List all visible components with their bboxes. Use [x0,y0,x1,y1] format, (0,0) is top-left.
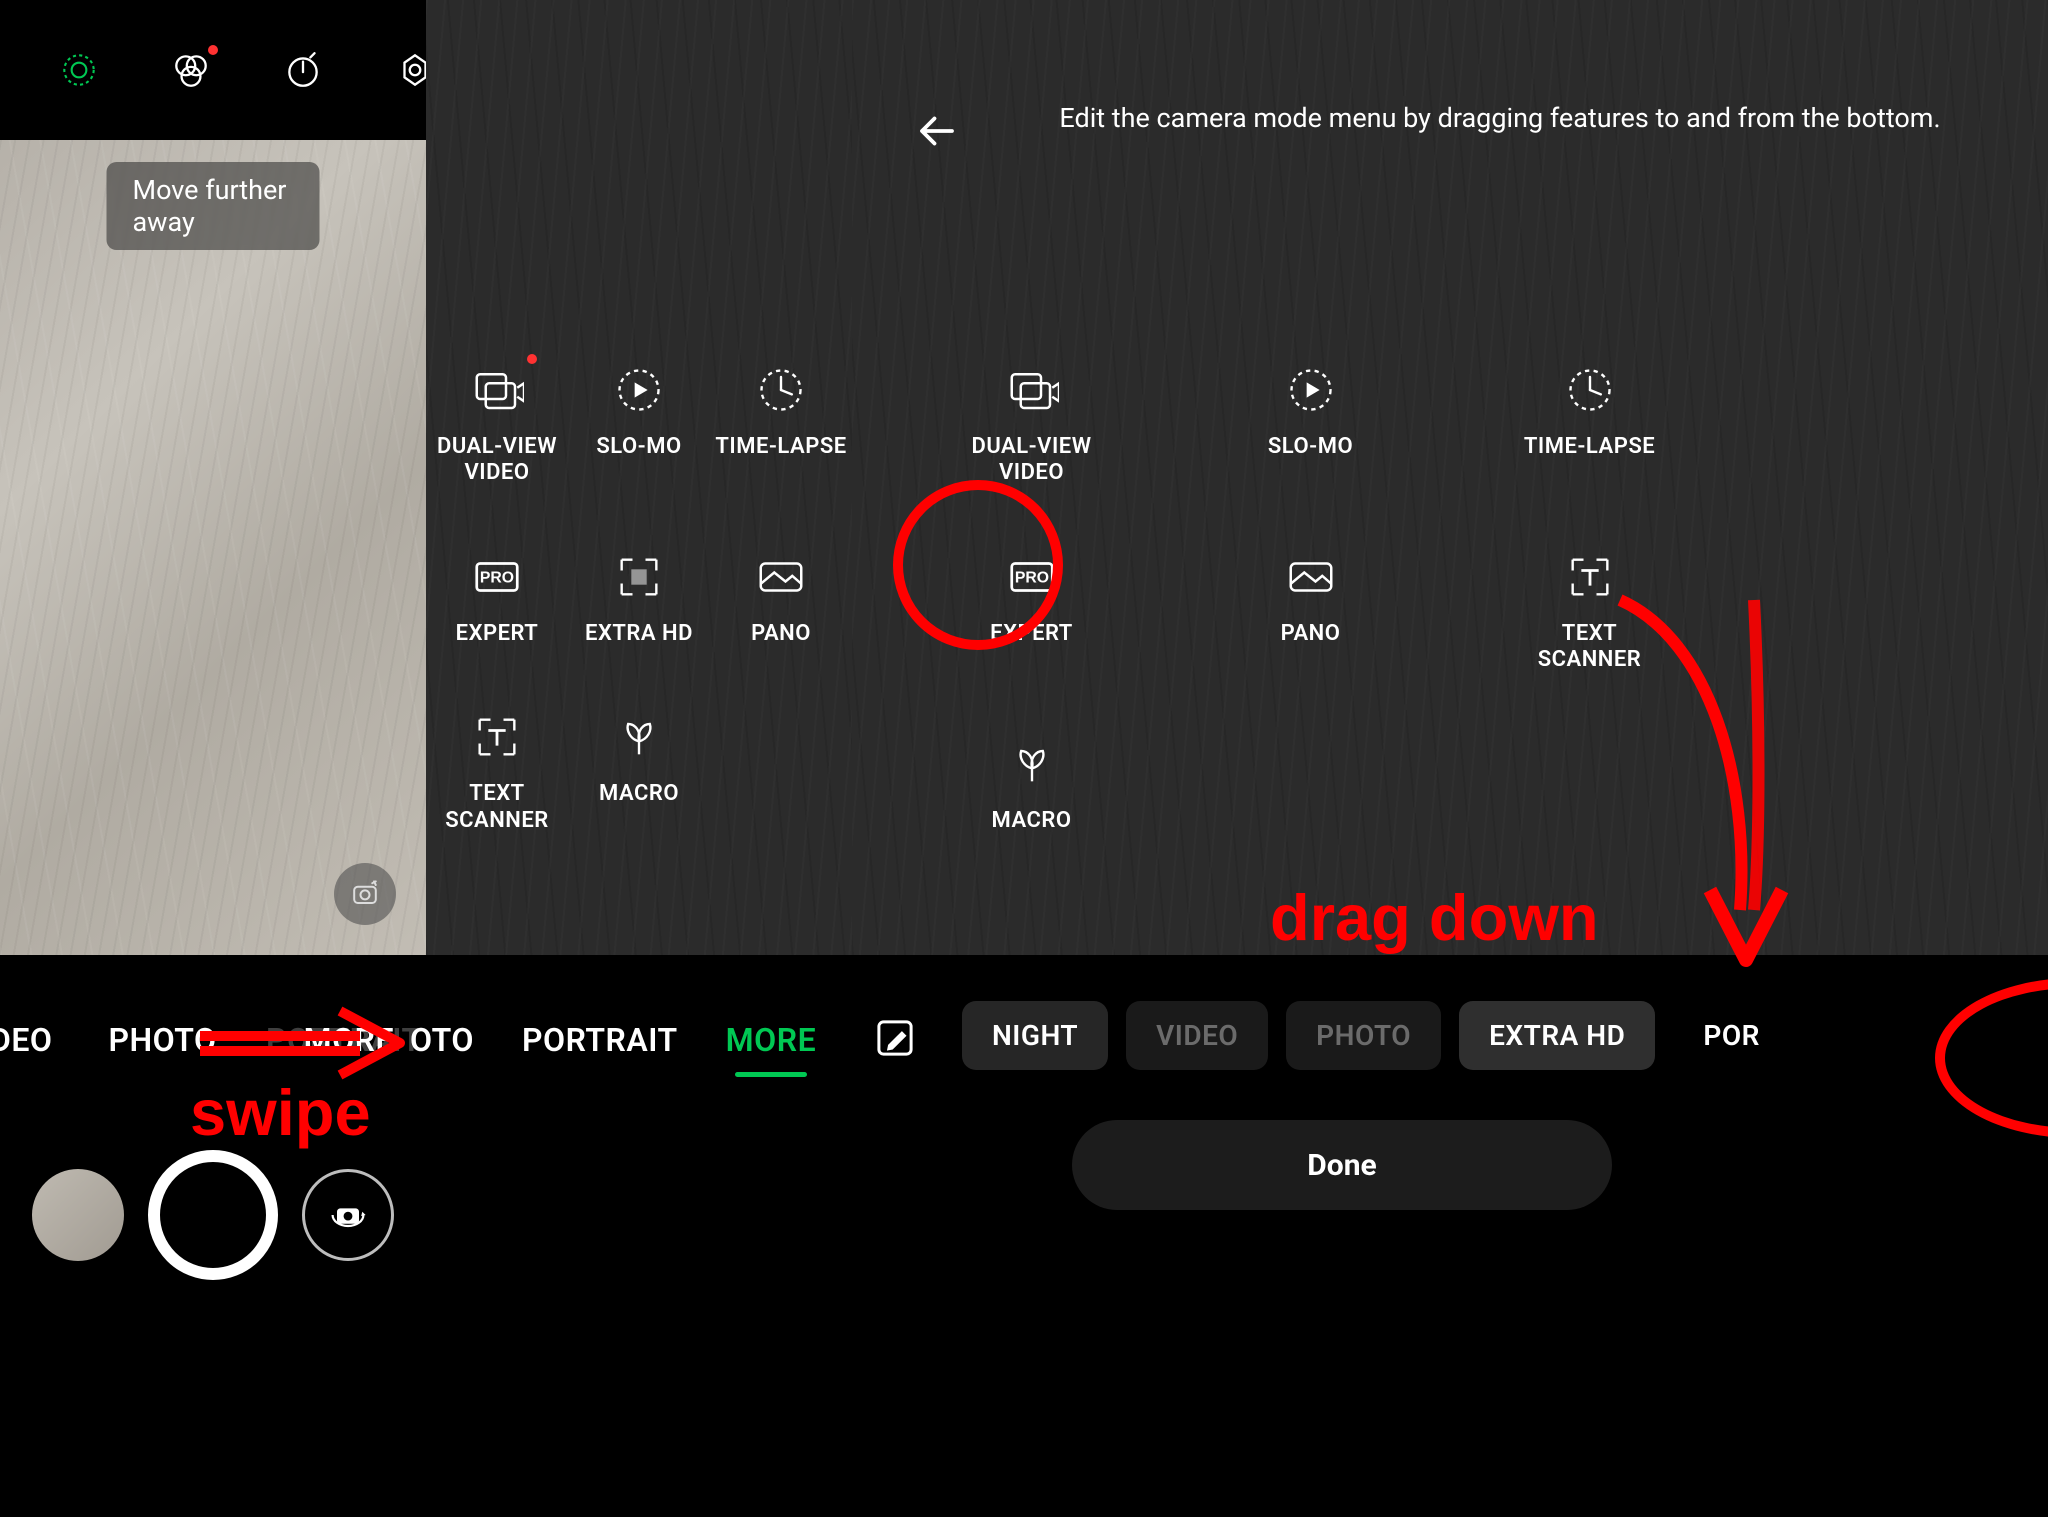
done-button[interactable]: Done [1072,1120,1612,1210]
mode-portrait[interactable]: PORTRAIT [522,1021,678,1059]
mode-more[interactable]: MORE [304,1021,394,1059]
label: DUAL-VIEW VIDEO [962,434,1102,487]
left-screenshot: Move further away [0,0,426,955]
viewfinder[interactable]: Move further away [0,140,426,955]
mode-strip[interactable]: OTO PORTRAIT MORE [426,1010,852,1070]
label: TIME-LAPSE [715,434,846,460]
left-bottom-bar: DEO PHOTO PORTRAIT MORE [0,955,426,1517]
timer-icon[interactable] [282,49,324,91]
mode-macro[interactable]: MACRO [569,707,709,834]
mode-timelapse[interactable]: TIME-LAPSE [1520,360,1660,487]
more-modes-grid: DUAL-VIEW VIDEO SLO-MO TIME-LAPSE PRO EX… [426,360,852,834]
mode-photo[interactable]: OTO [410,1021,474,1059]
mode-expert[interactable]: PRO EXPERT [427,547,567,647]
mode-pano[interactable]: PANO [1241,547,1381,674]
mode-macro[interactable]: MACRO [962,734,1102,834]
mode-pano[interactable]: PANO [711,547,851,647]
svg-text:PRO: PRO [1014,569,1048,586]
ai-camera-button[interactable] [334,863,396,925]
label: DUAL-VIEW VIDEO [427,434,567,487]
svg-text:PRO: PRO [480,569,514,586]
camera-topbar [0,0,426,140]
label: EXPERT [456,621,539,647]
back-arrow-icon[interactable] [912,106,962,156]
chip-photo[interactable]: PHOTO [1286,1001,1441,1070]
chip-video[interactable]: VIDEO [1126,1001,1268,1070]
chip-portrait[interactable]: POR [1673,1001,1760,1070]
mode-extrahd[interactable]: EXTRA HD [569,547,709,647]
label: MACRO [992,808,1072,834]
label: PANO [1281,621,1341,647]
right-screenshot: Edit the camera mode menu by dragging fe… [852,0,2048,955]
chip-extrahd[interactable]: EXTRA HD [1459,1001,1655,1070]
label: TIME-LAPSE [1524,434,1655,460]
mode-video[interactable]: DEO [0,1021,52,1059]
mode-textscanner[interactable]: TEXT SCANNER [427,707,567,834]
shutter-row [0,1135,426,1295]
filters-icon[interactable] [170,49,212,91]
edit-header-text: Edit the camera mode menu by dragging fe… [992,100,2008,138]
right-bottom-bar: NIGHT VIDEO PHOTO EXTRA HD POR Done [852,955,2048,1517]
label: PANO [751,621,811,647]
label: SLO-MO [596,434,681,460]
edit-header: Edit the camera mode menu by dragging fe… [912,100,2008,156]
label: MACRO [599,781,679,807]
mode-chip-row[interactable]: NIGHT VIDEO PHOTO EXTRA HD POR [962,1001,2048,1070]
label: EXPERT [990,621,1073,647]
mode-textscanner[interactable]: TEXT SCANNER [1520,547,1660,674]
mode-photo[interactable]: PHOTO [108,1021,216,1059]
mode-slomo[interactable]: SLO-MO [569,360,709,487]
mode-more[interactable]: MORE [726,1021,816,1059]
mode-dualview[interactable]: DUAL-VIEW VIDEO [962,360,1102,487]
gallery-thumbnail[interactable] [32,1169,124,1261]
mode-slomo[interactable]: SLO-MO [1241,360,1381,487]
mode-expert[interactable]: PRO EXPERT [962,547,1102,674]
proximity-toast: Move further away [107,162,320,250]
mode-dualview[interactable]: DUAL-VIEW VIDEO [427,360,567,487]
shutter-button[interactable] [148,1150,278,1280]
flip-camera-button[interactable] [302,1169,394,1261]
chip-night[interactable]: NIGHT [962,1001,1108,1070]
edit-modes-grid: DUAL-VIEW VIDEO SLO-MO TIME-LAPSE PRO EX… [892,360,2008,834]
label: SLO-MO [1268,434,1353,460]
mode-timelapse[interactable]: TIME-LAPSE [711,360,851,487]
notification-dot-icon [208,45,218,55]
middle-screenshot: DUAL-VIEW VIDEO SLO-MO TIME-LAPSE PRO EX… [426,0,852,955]
label: TEXT SCANNER [1520,621,1660,674]
mode-strip[interactable]: DEO PHOTO PORTRAIT MORE [0,1010,426,1070]
label: EXTRA HD [585,621,693,647]
edit-pencil-icon[interactable] [872,1015,918,1061]
aperture-icon[interactable] [58,49,100,91]
label: TEXT SCANNER [427,781,567,834]
middle-bottom-bar: OTO PORTRAIT MORE [426,955,852,1517]
